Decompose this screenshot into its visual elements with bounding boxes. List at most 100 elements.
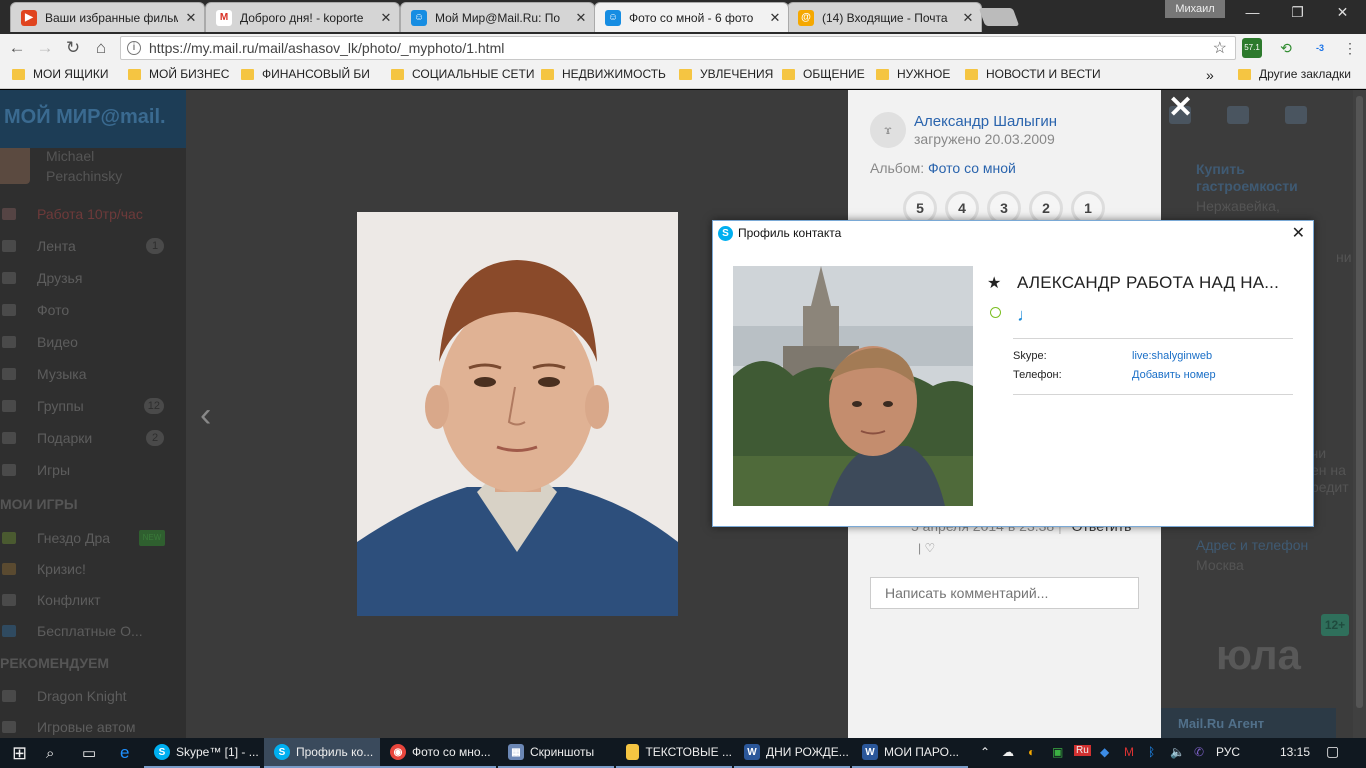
clock[interactable]: 13:15 [1280,745,1310,759]
taskbar-word-birthdays[interactable]: W ДНИ РОЖДЕ... [734,738,850,768]
extension-badge-icon[interactable]: -3 [1310,38,1330,58]
bookmark-folder[interactable]: СОЦИАЛЬНЫЕ СЕТИ [391,67,535,81]
punto-switcher-icon[interactable]: Ru [1074,745,1091,756]
bookmark-folder[interactable]: УВЛЕЧЕНИЯ [679,67,773,81]
new-tab-button[interactable] [978,8,1020,26]
taskbar-skype-profile[interactable]: S Профиль ко... [264,738,380,768]
taskbar-screenshots[interactable]: ▦ Скриншоты [498,738,614,768]
tab-gmail[interactable]: M Доброго дня! - koporte ✕ [205,2,400,32]
minimize-button[interactable]: — [1230,0,1275,26]
tab-close-icon[interactable]: ✕ [961,10,975,26]
search-icon[interactable]: ⌕ [36,738,54,768]
mail-logo[interactable]: МОЙ МИР@mail. [0,90,186,148]
other-bookmarks[interactable]: Другие закладки [1238,67,1351,81]
home-button[interactable]: ⌂ [90,37,112,59]
reload-button[interactable]: ↻ [62,37,84,59]
start-button[interactable]: ⊞ [2,738,27,768]
recommend-link[interactable]: Игровые автом [0,715,186,738]
ad-title-line2[interactable]: гастроемкости [1196,178,1298,194]
scrollbar-thumb[interactable] [1356,96,1363,708]
shield-icon[interactable]: ▣ [1052,745,1063,759]
tab-photo-active[interactable]: ☺ Фото со мной - 6 фото ✕ [594,2,789,32]
skype-name-link[interactable]: live:shalyginweb [1132,350,1212,362]
address-bar[interactable]: i https://my.mail.ru/mail/ashasov_lk/pho… [120,36,1236,60]
bookmark-folder[interactable]: МОЙ БИЗНЕС [128,67,229,81]
extension-speed-icon[interactable]: 57.1 [1242,38,1262,58]
volume-icon[interactable]: 🔈 [1170,745,1185,759]
ad-title-line1[interactable]: Купить [1196,161,1245,177]
language-indicator[interactable]: РУС [1216,745,1240,759]
bookmark-folder[interactable]: НУЖНОЕ [876,67,950,81]
network-status-icon[interactable]: ◆ [1100,745,1109,759]
author-name-link[interactable]: Александр Шалыгин [914,113,1057,130]
info-icon[interactable]: i [127,41,141,55]
bookmarks-overflow-button[interactable]: » [1206,67,1214,83]
bookmark-folder[interactable]: ФИНАНСОВЫЙ БИ [241,67,370,81]
taskbar-skype-main[interactable]: S Skype™ [1] - ... [144,738,260,768]
tab-close-icon[interactable]: ✕ [768,10,782,26]
sidebar-item-feed[interactable]: Лента 1 [0,234,186,258]
chrome-menu-icon[interactable]: ⋮ [1340,38,1360,58]
sidebar-item-gifts[interactable]: Подарки 2 [0,426,186,450]
maximize-button[interactable]: ❐ [1275,0,1320,26]
dialog-close-button[interactable]: ✕ [1292,223,1305,243]
game-link[interactable]: Бесплатные О... [0,619,186,643]
chat-icon[interactable] [1285,106,1307,124]
game-link[interactable]: Кризис! [0,557,186,581]
address-link[interactable]: Адрес и телефон [1196,537,1308,553]
tray-overflow-icon[interactable]: ⌃ [980,745,990,759]
gmail-notifier-icon[interactable]: M [1124,745,1134,759]
taskbar-word-passwords[interactable]: W МОИ ПАРО... [852,738,968,768]
tab-moy-mir[interactable]: ☺ Мой Мир@Mail.Ru: По ✕ [400,2,595,32]
main-photo[interactable] [357,212,678,616]
yula-logo[interactable]: юла [1216,631,1301,679]
updater-icon[interactable]: ◐ [1028,745,1035,759]
sidebar-item-music[interactable]: Музыка [0,362,186,386]
recommend-link[interactable]: Dragon Knight [0,684,186,708]
avatar[interactable] [0,148,30,184]
game-link[interactable]: Конфликт [0,588,186,612]
tab-close-icon[interactable]: ✕ [574,10,588,26]
window-user-badge[interactable]: Михаил [1165,0,1225,18]
bookmark-folder[interactable]: НОВОСТИ И ВЕСТИ [965,67,1101,81]
notification-center-icon[interactable]: ▢ [1326,743,1339,760]
close-window-button[interactable]: ✕ [1320,0,1365,26]
viber-icon[interactable]: ✆ [1194,745,1204,759]
messages-icon[interactable] [1227,106,1249,124]
mail-agent-bar[interactable]: Mail.Ru Агент [1161,708,1336,738]
tab-close-icon[interactable]: ✕ [184,10,198,26]
bookmark-folder[interactable]: НЕДВИЖИМОСТЬ [541,67,666,81]
sidebar-item-friends[interactable]: Друзья [0,266,186,290]
taskbar-chrome[interactable]: ◉ Фото со мно... [380,738,496,768]
comment-input[interactable] [870,577,1139,609]
edge-icon[interactable]: e [110,738,129,768]
page-scrollbar[interactable] [1353,90,1366,738]
add-phone-link[interactable]: Добавить номер [1132,369,1216,381]
back-button[interactable]: ← [6,37,28,59]
previous-photo-arrow-icon[interactable]: ‹ [200,396,211,435]
promo-link[interactable]: Работа 10тр/час [0,202,186,226]
close-viewer-button[interactable]: ✕ [1168,90,1193,125]
bookmark-star-icon[interactable]: ☆ [1213,38,1227,58]
sidebar-item-photo[interactable]: Фото [0,298,186,322]
taskbar-text-folder[interactable]: ТЕКСТОВЫЕ ... [616,738,732,768]
sidebar-item-groups[interactable]: Группы 12 [0,394,186,418]
tab-close-icon[interactable]: ✕ [379,10,393,26]
extension-refresh-icon[interactable]: ⟲ [1276,38,1296,58]
author-avatar[interactable]: ϫ [870,112,906,148]
sidebar-item-video[interactable]: Видео [0,330,186,354]
bluetooth-icon[interactable]: ᛒ [1148,745,1155,759]
cloud-icon[interactable]: ☁ [1002,745,1014,759]
tab-favorite-movies[interactable]: ▶ Ваши избранные фильмы ✕ [10,2,205,32]
forward-button[interactable]: → [34,37,56,59]
task-view-icon[interactable]: ▭ [72,738,96,768]
bookmark-folder[interactable]: ОБЩЕНИЕ [782,67,865,81]
tab-mail-inbox[interactable]: @ (14) Входящие - Почта ✕ [787,2,982,32]
like-heart-icon[interactable]: | ♡ [918,541,935,555]
sidebar-item-games[interactable]: Игры [0,458,186,482]
skype-label: Skype: [1013,350,1047,362]
user-name[interactable]: Michael Perachinsky [46,146,122,186]
album-link[interactable]: Фото со мной [928,160,1016,176]
favorite-star-icon[interactable]: ★ [987,273,1001,293]
bookmark-folder[interactable]: МОИ ЯЩИКИ [12,67,108,81]
